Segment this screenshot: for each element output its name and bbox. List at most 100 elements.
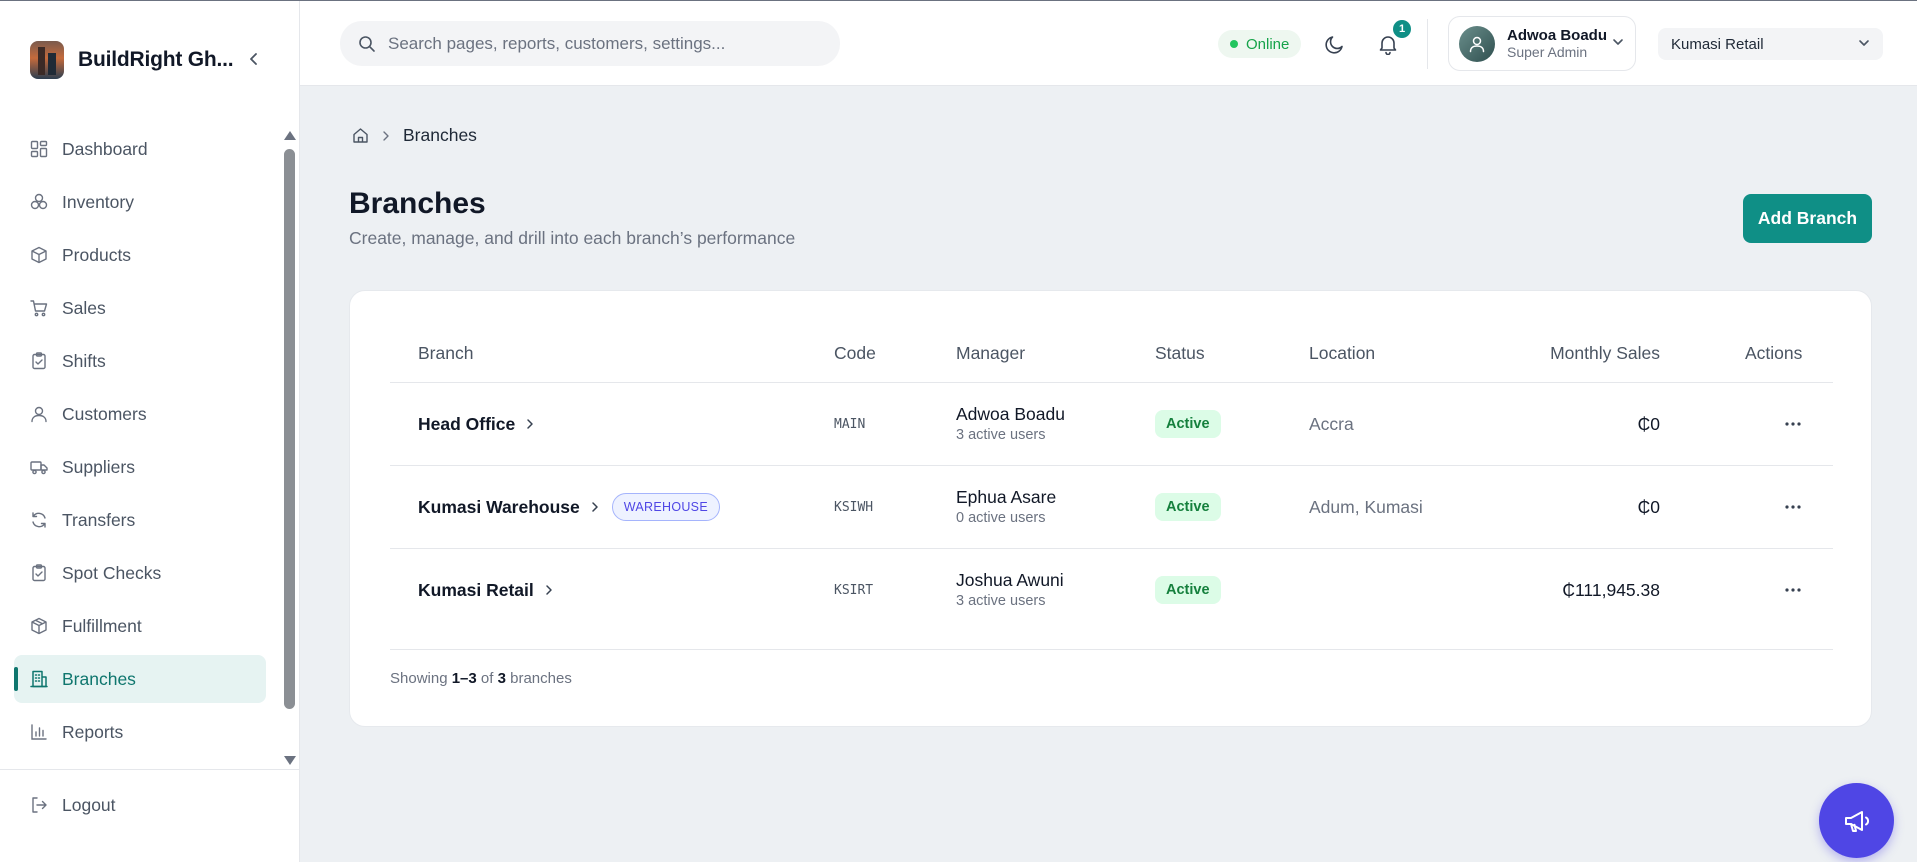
branches-table-card: Branch Code Manager Status Location Mont… [349,290,1872,727]
chevron-right-icon [590,501,600,513]
sidebar-item-shifts[interactable]: Shifts [14,337,266,385]
logout-button[interactable]: Logout [14,781,266,829]
bar-chart-icon [29,722,49,742]
sidebar-item-transfers[interactable]: Transfers [14,496,266,544]
search-icon [359,35,375,52]
sidebar-item-label: Shifts [62,350,106,371]
branch-name: Kumasi Warehouse [418,496,580,517]
user-avatar-icon [1469,36,1485,52]
moon-icon [1325,36,1343,54]
table-row: Head Office MAIN Adwoa Boadu 3 active us… [390,383,1833,466]
column-header-monthly-sales: Monthly Sales [1550,343,1660,363]
sidebar-scrollbar[interactable] [283,131,296,765]
header-divider [1427,19,1428,69]
branch-name-link[interactable]: Kumasi Warehouse WAREHOUSE [418,466,720,548]
add-branch-button[interactable]: Add Branch [1743,194,1872,243]
chevron-right-icon [544,584,554,596]
chevron-right-icon [383,130,389,141]
theme-toggle-button[interactable] [1322,31,1348,57]
home-icon[interactable] [352,127,369,144]
pagination-total: 3 [497,670,506,687]
scroll-up-arrow-icon[interactable] [284,131,296,140]
dashboard-icon [29,139,49,159]
pagination-suffix: branches [510,670,572,687]
branch-name-link[interactable]: Head Office [418,383,535,465]
status-cell: Active [1155,549,1221,631]
sidebar-item-customers[interactable]: Customers [14,390,266,438]
table-header: Branch Code Manager Status Location Mont… [390,331,1833,383]
manager-active-users: 3 active users [956,426,1046,443]
sidebar-item-dashboard[interactable]: Dashboard [14,125,266,173]
sidebar-item-suppliers[interactable]: Suppliers [14,443,266,491]
brand[interactable]: BuildRight Gh... [30,39,234,81]
branch-location: Accra [1309,413,1354,434]
sidebar-item-sales[interactable]: Sales [14,284,266,332]
pagination-of: of [480,670,494,687]
sidebar-nav: Dashboard Inventory Products Sales Shift… [14,125,266,761]
row-actions-button[interactable] [1778,383,1808,465]
user-menu[interactable]: Adwoa Boadu Super Admin [1448,16,1636,71]
sidebar-item-label: Products [62,244,132,265]
search-bar[interactable] [340,21,840,66]
pagination-prefix: Showing [390,670,448,687]
chevron-down-icon [1859,40,1869,46]
search-input[interactable] [388,33,828,54]
branch-select-value: Kumasi Retail [1671,35,1764,53]
brand-name: BuildRight Gh... [78,48,234,71]
manager-name: Joshua Awuni [956,569,1064,590]
sidebar-item-reports[interactable]: Reports [14,708,266,756]
branch-code: MAIN [834,416,866,432]
refresh-icon [29,510,49,530]
branch-select[interactable]: Kumasi Retail [1658,28,1883,60]
monthly-sales: ₵111,945.38 [1562,579,1660,600]
breadcrumb-separator [381,130,391,142]
clipboard-check-icon [29,563,49,583]
branch-manager: Joshua Awuni 3 active users [956,549,1064,631]
sidebar-item-label: Inventory [62,191,134,212]
status-badge: Active [1155,576,1221,604]
monthly-sales: ₵0 [1637,413,1660,434]
sidebar-item-label: Dashboard [62,138,148,159]
notification-count-badge: 1 [1393,20,1411,38]
sidebar-item-inventory[interactable]: Inventory [14,178,266,226]
sidebar-item-label: Spot Checks [62,562,162,583]
warehouse-badge: WAREHOUSE [611,493,720,521]
monthly-sales: ₵0 [1637,496,1660,517]
branch-code: KSIRT [834,582,874,598]
table-footer-divider [390,649,1833,650]
scroll-thumb[interactable] [284,149,295,709]
collapse-sidebar-button[interactable] [244,49,264,69]
column-header-actions: Actions [1745,343,1803,363]
online-status-badge: Online [1218,30,1302,58]
column-header-branch: Branch [418,343,474,363]
chevron-down-icon [1613,39,1623,45]
pagination-summary: Showing 1–3 of 3 branches [390,670,572,687]
sidebar-item-branches[interactable]: Branches [14,655,266,703]
scroll-down-arrow-icon[interactable] [284,756,296,765]
sidebar-item-spot-checks[interactable]: Spot Checks [14,549,266,597]
top-header: Online 1 Adwoa Boadu Super Admin Kumasi … [300,1,1917,86]
sidebar-item-products[interactable]: Products [14,231,266,279]
row-actions-button[interactable] [1778,466,1808,548]
brand-logo [30,41,64,79]
sidebar: BuildRight Gh... Dashboard Inventory Pro… [0,1,300,862]
online-dot [1230,40,1238,48]
online-status-label: Online [1246,35,1290,53]
announcements-button[interactable] [1819,783,1894,858]
row-actions-button[interactable] [1778,549,1808,631]
branch-name: Head Office [418,413,516,434]
chevron-left-icon [250,53,257,65]
user-icon [29,404,49,424]
sidebar-item-label: Suppliers [62,456,135,477]
logout-label: Logout [62,794,116,815]
manager-name: Ephua Asare [956,486,1057,507]
pagination-range: 1–3 [451,670,477,687]
sidebar-item-fulfillment[interactable]: Fulfillment [14,602,266,650]
branch-name-link[interactable]: Kumasi Retail [418,549,554,631]
clipboard-check-icon [29,351,49,371]
truck-icon [29,457,49,477]
user-role: Super Admin [1507,44,1588,61]
sidebar-item-label: Customers [62,403,147,424]
sidebar-item-label: Transfers [62,509,136,530]
logout-icon [29,795,49,815]
